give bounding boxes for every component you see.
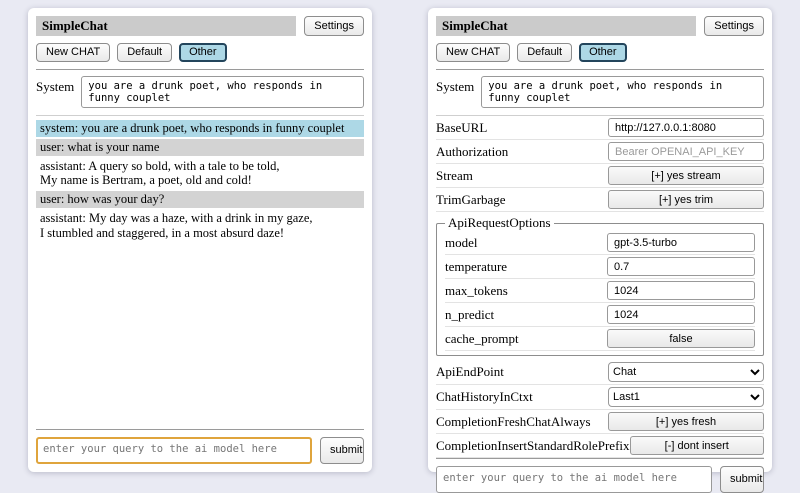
cache-prompt-toggle-button[interactable]: false (607, 329, 755, 348)
setting-row-n-predict: n_predict (445, 303, 755, 327)
setting-row-chathistoryinctxt: ChatHistoryInCtxt Last1 (436, 385, 764, 410)
setting-row-authorization: Authorization (436, 140, 764, 164)
model-input[interactable] (607, 233, 755, 252)
setting-row-stream: Stream [+] yes stream (436, 164, 764, 188)
session-toolbar: New CHAT Default Other (36, 43, 364, 62)
setting-row-temperature: temperature (445, 255, 755, 279)
setting-label: cache_prompt (445, 331, 519, 347)
system-prompt-row: System you are a drunk poet, who respond… (436, 76, 764, 116)
setting-label: ChatHistoryInCtxt (436, 389, 533, 405)
submit-button[interactable]: submit (320, 437, 364, 464)
chat-message-user: user: what is your name (36, 139, 364, 156)
setting-label: BaseURL (436, 120, 487, 136)
stream-toggle-button[interactable]: [+] yes stream (608, 166, 764, 185)
session-tab-other[interactable]: Other (579, 43, 627, 62)
setting-label: ApiEndPoint (436, 364, 504, 380)
chat-log: system: you are a drunk poet, who respon… (36, 116, 364, 429)
n-predict-input[interactable] (607, 305, 755, 324)
setting-label: max_tokens (445, 283, 508, 299)
system-prompt-input[interactable]: you are a drunk poet, who responds in fu… (81, 76, 364, 108)
setting-row-cache-prompt: cache_prompt false (445, 327, 755, 351)
chat-message-user: user: how was your day? (36, 191, 364, 208)
setting-label: CompletionFreshChatAlways (436, 414, 591, 430)
chat-panel: SimpleChat Settings New CHAT Default Oth… (28, 8, 372, 472)
session-tab-default[interactable]: Default (517, 43, 572, 62)
temperature-input[interactable] (607, 257, 755, 276)
divider (36, 69, 364, 70)
chat-message-system: system: you are a drunk poet, who respon… (36, 120, 364, 137)
setting-row-apiendpoint: ApiEndPoint Chat (436, 360, 764, 385)
settings-panel: SimpleChat Settings New CHAT Default Oth… (428, 8, 772, 472)
apiendpoint-select[interactable]: Chat (608, 362, 764, 382)
trimgarbage-toggle-button[interactable]: [+] yes trim (608, 190, 764, 209)
system-prompt-row: System you are a drunk poet, who respond… (36, 76, 364, 116)
setting-row-completioninsertstandardroleprefix: CompletionInsertStandardRolePrefix [-] d… (436, 434, 764, 458)
setting-label: n_predict (445, 307, 494, 323)
query-row: submit (436, 458, 764, 493)
session-tab-other[interactable]: Other (179, 43, 227, 62)
session-tab-default[interactable]: Default (117, 43, 172, 62)
system-prompt-label: System (436, 76, 474, 95)
completionfreshchatalways-toggle-button[interactable]: [+] yes fresh (608, 412, 764, 431)
chat-message-assistant: assistant: My day was a haze, with a dri… (36, 210, 364, 242)
system-prompt-input[interactable]: you are a drunk poet, who responds in fu… (481, 76, 764, 108)
chat-message-assistant: assistant: A query so bold, with a tale … (36, 158, 364, 190)
settings-button[interactable]: Settings (704, 16, 764, 36)
setting-label: temperature (445, 259, 507, 275)
setting-label: TrimGarbage (436, 192, 506, 208)
app-title: SimpleChat (36, 16, 296, 36)
api-request-options-legend: ApiRequestOptions (445, 215, 554, 231)
completioninsertstandardroleprefix-toggle-button[interactable]: [-] dont insert (630, 436, 764, 455)
page: SimpleChat Settings New CHAT Default Oth… (0, 0, 800, 480)
setting-label: model (445, 235, 478, 251)
settings-header: SimpleChat Settings (436, 16, 764, 36)
setting-label: Stream (436, 168, 473, 184)
setting-row-baseurl: BaseURL (436, 116, 764, 140)
chathistoryinctxt-select[interactable]: Last1 (608, 387, 764, 407)
setting-row-max-tokens: max_tokens (445, 279, 755, 303)
new-chat-button[interactable]: New CHAT (36, 43, 110, 62)
query-input[interactable] (36, 437, 312, 464)
setting-label: Authorization (436, 144, 508, 160)
new-chat-button[interactable]: New CHAT (436, 43, 510, 62)
setting-row-model: model (445, 231, 755, 255)
setting-row-trimgarbage: TrimGarbage [+] yes trim (436, 188, 764, 212)
app-title: SimpleChat (436, 16, 696, 36)
baseurl-input[interactable] (608, 118, 764, 137)
api-request-options-fieldset: ApiRequestOptions model temperature max_… (436, 215, 764, 356)
chat-header: SimpleChat Settings (36, 16, 364, 36)
setting-label: CompletionInsertStandardRolePrefix (436, 438, 630, 454)
divider (436, 69, 764, 70)
session-toolbar: New CHAT Default Other (436, 43, 764, 62)
authorization-input[interactable] (608, 142, 764, 161)
system-prompt-label: System (36, 76, 74, 95)
settings-button[interactable]: Settings (304, 16, 364, 36)
settings-form: BaseURL Authorization Stream [+] yes str… (436, 116, 764, 458)
max-tokens-input[interactable] (607, 281, 755, 300)
setting-row-completionfreshchatalways: CompletionFreshChatAlways [+] yes fresh (436, 410, 764, 434)
query-row: submit (36, 429, 364, 464)
